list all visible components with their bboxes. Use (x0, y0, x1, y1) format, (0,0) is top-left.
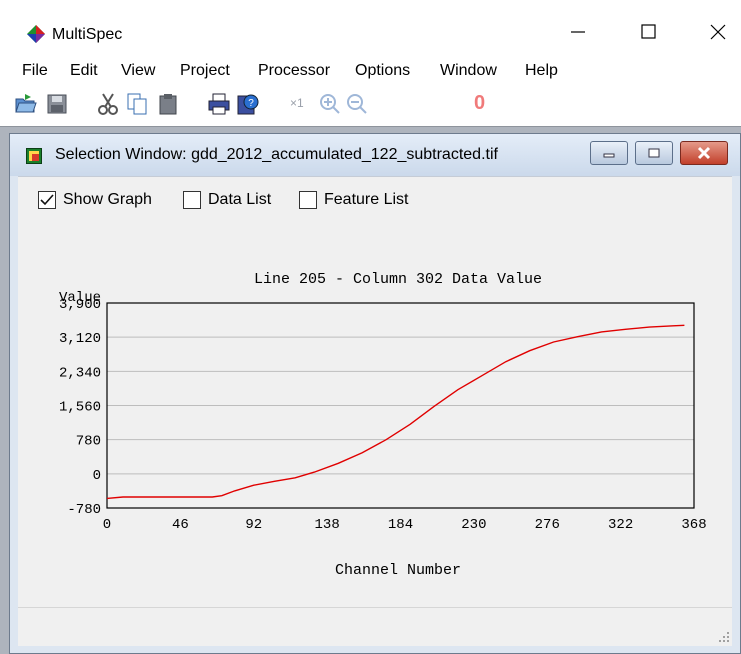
x-axis-label: Channel Number (335, 562, 461, 579)
y-tick-label: 780 (76, 434, 101, 450)
status-separator (18, 607, 732, 608)
y-tick-label: 3,120 (59, 331, 101, 347)
spectral-graph: Line 205 - Column 302 Data Value Value 3… (59, 271, 707, 579)
chart-grid (107, 302, 694, 509)
data-line (106, 324, 685, 500)
y-tick-label: 3,900 (59, 297, 101, 313)
y-tick-label: 1,560 (59, 400, 101, 416)
x-tick-label: 184 (388, 517, 413, 533)
y-tick-label: 2,340 (59, 365, 101, 381)
y-tick-label: 0 (93, 468, 101, 484)
x-tick-label: 138 (315, 517, 340, 533)
x-tick-label: 0 (103, 517, 111, 533)
x-tick-label: 368 (681, 517, 706, 533)
x-tick-label: 322 (608, 517, 633, 533)
y-axis: 3,900 3,120 2,340 1,560 780 0 -780 (59, 297, 101, 518)
y-tick-label: -780 (67, 502, 101, 518)
x-tick-label: 230 (461, 517, 486, 533)
chart-title: Line 205 - Column 302 Data Value (254, 271, 542, 288)
x-axis: 0 46 92 138 184 230 276 322 368 (103, 517, 707, 533)
x-tick-label: 92 (245, 517, 262, 533)
resize-grip-icon[interactable] (718, 631, 730, 643)
x-tick-label: 46 (172, 517, 189, 533)
x-tick-label: 276 (535, 517, 560, 533)
